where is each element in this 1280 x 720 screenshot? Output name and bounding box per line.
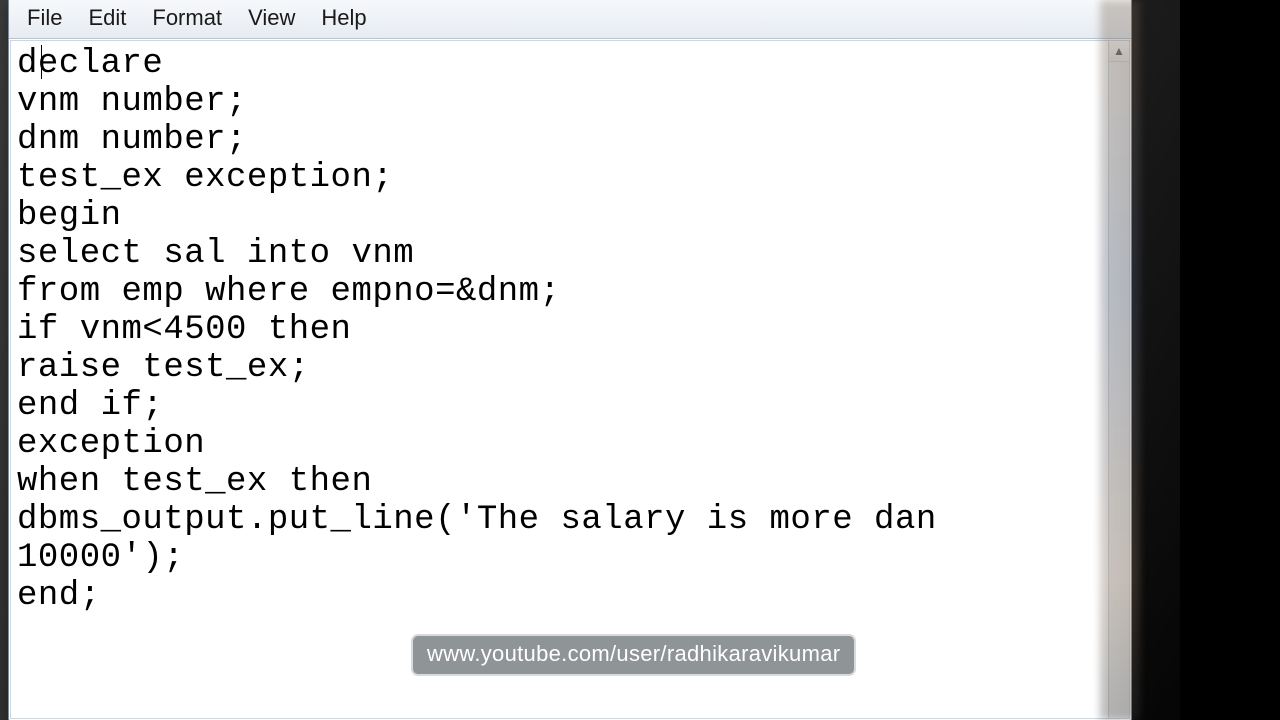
menu-help[interactable]: Help (309, 1, 378, 37)
notepad-window: File Edit Format View Help declare vnm n… (8, 0, 1132, 720)
video-pillar-bar (1180, 0, 1280, 720)
menu-file[interactable]: File (15, 1, 74, 37)
menu-edit[interactable]: Edit (76, 1, 138, 37)
editor-client-area: declare vnm number; dnm number; test_ex … (10, 40, 1130, 719)
text-caret (41, 45, 42, 79)
scroll-up-arrow-icon[interactable]: ▲ (1109, 41, 1129, 62)
vertical-scrollbar[interactable]: ▲ ▼ (1108, 41, 1129, 718)
watermark-url-badge: www.youtube.com/user/radhikaravikumar (412, 635, 855, 675)
menu-view[interactable]: View (236, 1, 307, 37)
desktop-background: File Edit Format View Help declare vnm n… (0, 0, 1280, 720)
chevron-up-icon: ▲ (1113, 44, 1125, 58)
menu-format[interactable]: Format (140, 1, 234, 37)
text-editor[interactable]: declare vnm number; dnm number; test_ex … (11, 41, 1108, 718)
menu-bar: File Edit Format View Help (9, 0, 1131, 39)
